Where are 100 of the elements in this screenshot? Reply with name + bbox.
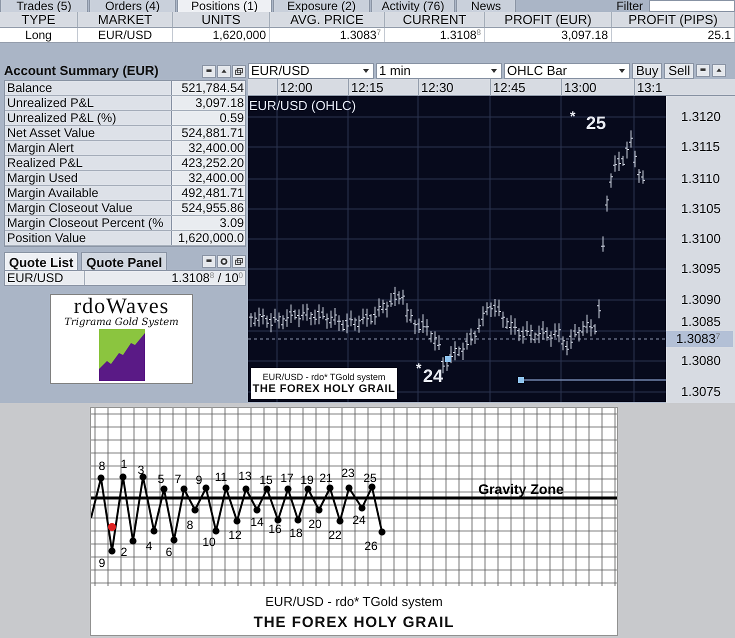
- summary-value: 492,481.71: [172, 186, 245, 200]
- caret-icon: [618, 68, 626, 74]
- table-cell: 3,097.18: [485, 28, 612, 42]
- wave-point-label: 7: [174, 472, 182, 486]
- wave-point-label: 13: [238, 469, 252, 483]
- wave-point-label: 19: [300, 473, 314, 487]
- table-cell: 1.3083$^{7}$: [270, 28, 385, 42]
- summary-label: Unrealized P&L: [5, 96, 172, 110]
- caret-icon: [490, 68, 498, 74]
- chart-title: EUR/USD (OHLC): [249, 97, 356, 115]
- quote-market: EUR/USD: [5, 271, 85, 285]
- restore-window-icon[interactable]: [232, 255, 246, 268]
- price-axis-label: 1.3120: [681, 110, 721, 124]
- caret-icon: [362, 68, 370, 74]
- wave-point-label: 11: [214, 470, 228, 484]
- summary-label: Balance: [5, 81, 172, 95]
- trade-button[interactable]: Sell: [664, 62, 694, 78]
- summary-value: 3,097.18: [172, 96, 245, 110]
- wave-point-label: 16: [268, 522, 282, 536]
- dropdown[interactable]: OHLC Bar: [504, 62, 630, 78]
- quote-price: 1.3108$^{8}$ / 10$^{0}$: [170, 271, 244, 285]
- wave-point-label: 24: [352, 513, 366, 527]
- summary-value: 423,252.20: [172, 156, 245, 170]
- tab[interactable]: Positions (1): [177, 0, 272, 12]
- diagram-title: THE FOREX HOLY GRAIL: [254, 614, 454, 632]
- wave-point-label: 22: [328, 528, 342, 542]
- wave-point-label: 20: [308, 517, 322, 531]
- wave-point-label: 8: [98, 459, 106, 473]
- summary-label: Margin Used: [5, 171, 172, 185]
- filter-label: Filter: [616, 0, 643, 12]
- column-header[interactable]: PROFIT (EUR): [485, 12, 612, 27]
- summary-value: 3.09: [172, 216, 245, 230]
- filter-input[interactable]: [649, 0, 735, 12]
- marker-handle[interactable]: [445, 356, 451, 362]
- restore-window-icon[interactable]: [232, 64, 246, 78]
- wave-point-label: 10: [202, 535, 216, 549]
- panel-title: Account Summary (EUR): [4, 62, 159, 80]
- tab[interactable]: Quote Panel: [81, 252, 168, 270]
- wave-point-label: 21: [319, 471, 333, 485]
- price-axis-label: 1.3075: [681, 385, 721, 399]
- wave-point-label: 3: [138, 463, 144, 477]
- column-header[interactable]: UNITS: [173, 12, 270, 27]
- summary-label: Net Asset Value: [5, 126, 172, 140]
- price-axis-label: 1.3110: [681, 172, 720, 186]
- column-header[interactable]: CURRENT: [385, 12, 485, 27]
- caption-subtitle: EUR/USD - rdo* TGold system: [262, 371, 386, 383]
- dropdown[interactable]: EUR/USD: [248, 62, 374, 78]
- wave-point-label: 2: [120, 545, 128, 559]
- tab[interactable]: Orders (4): [89, 0, 176, 12]
- logo-chart-icon: [98, 329, 144, 381]
- tab[interactable]: News: [456, 0, 516, 12]
- collapse-icon[interactable]: [217, 64, 231, 78]
- wave-point-label: 14: [250, 515, 264, 529]
- dropdown[interactable]: 1 min: [376, 62, 502, 78]
- price-axis-label: 1.3090: [681, 293, 721, 307]
- summary-label: Margin Alert: [5, 141, 172, 155]
- wave-point-label: 15: [259, 473, 273, 487]
- summary-value: 0.59: [172, 111, 245, 125]
- table-cell: 1,620,000: [173, 28, 270, 42]
- trend-line-handle[interactable]: [518, 377, 524, 383]
- price-axis-label: 1.3100: [681, 232, 721, 246]
- star-mark: *: [570, 107, 576, 126]
- summary-label: Position Value: [5, 231, 172, 245]
- price-axis-label: 1.3095: [681, 262, 721, 276]
- summary-label: Realized P&L: [5, 156, 172, 170]
- settings-icon[interactable]: [217, 255, 231, 268]
- column-header[interactable]: AVG. PRICE: [270, 12, 385, 27]
- table-cell: EUR/USD: [78, 28, 173, 42]
- wave-point-label: 17: [280, 471, 294, 485]
- tab[interactable]: Exposure (2): [273, 0, 370, 12]
- zone-label: Gravity Zone: [478, 481, 564, 497]
- diagram-subtitle: EUR/USD - rdo* TGold system: [265, 594, 443, 610]
- tab[interactable]: Trades (5): [0, 0, 88, 12]
- tab[interactable]: Quote List: [4, 252, 78, 270]
- wave-point-label: 6: [166, 545, 172, 559]
- price-axis-label: 1.3080: [681, 354, 721, 368]
- summary-value: 1,620,000.0: [172, 231, 245, 245]
- price-axis-label: 1.3085: [681, 315, 721, 329]
- start-dot: [108, 523, 116, 531]
- summary-label: Margin Closeout Value: [5, 201, 172, 215]
- table-cell: 25.1: [612, 28, 735, 42]
- wave-point-label: 4: [146, 539, 152, 553]
- column-header[interactable]: PROFIT (PIPS): [612, 12, 735, 27]
- column-header[interactable]: TYPE: [0, 12, 78, 27]
- summary-value: 32,400.00: [172, 171, 245, 185]
- wave-point-label: 25: [363, 471, 377, 485]
- wave-point-label: 18: [289, 526, 303, 540]
- trend-line[interactable]: [524, 379, 666, 381]
- summary-value: 524,881.71: [172, 126, 245, 140]
- logo-title: rdoWaves: [74, 295, 170, 317]
- wave-point-label: 26: [364, 539, 378, 553]
- trade-button[interactable]: Buy: [632, 62, 662, 78]
- column-header[interactable]: MARKET: [78, 12, 173, 27]
- wave-point-label: 9: [196, 473, 202, 487]
- price-axis-label: 1.3115: [681, 140, 720, 154]
- caption-title: THE FOREX HOLY GRAIL: [252, 383, 396, 396]
- wave-point-label: 9: [98, 556, 106, 570]
- summary-value: 521,784.54: [172, 81, 245, 95]
- wave-point-label: 8: [186, 518, 194, 532]
- tab[interactable]: Activity (76): [371, 0, 455, 12]
